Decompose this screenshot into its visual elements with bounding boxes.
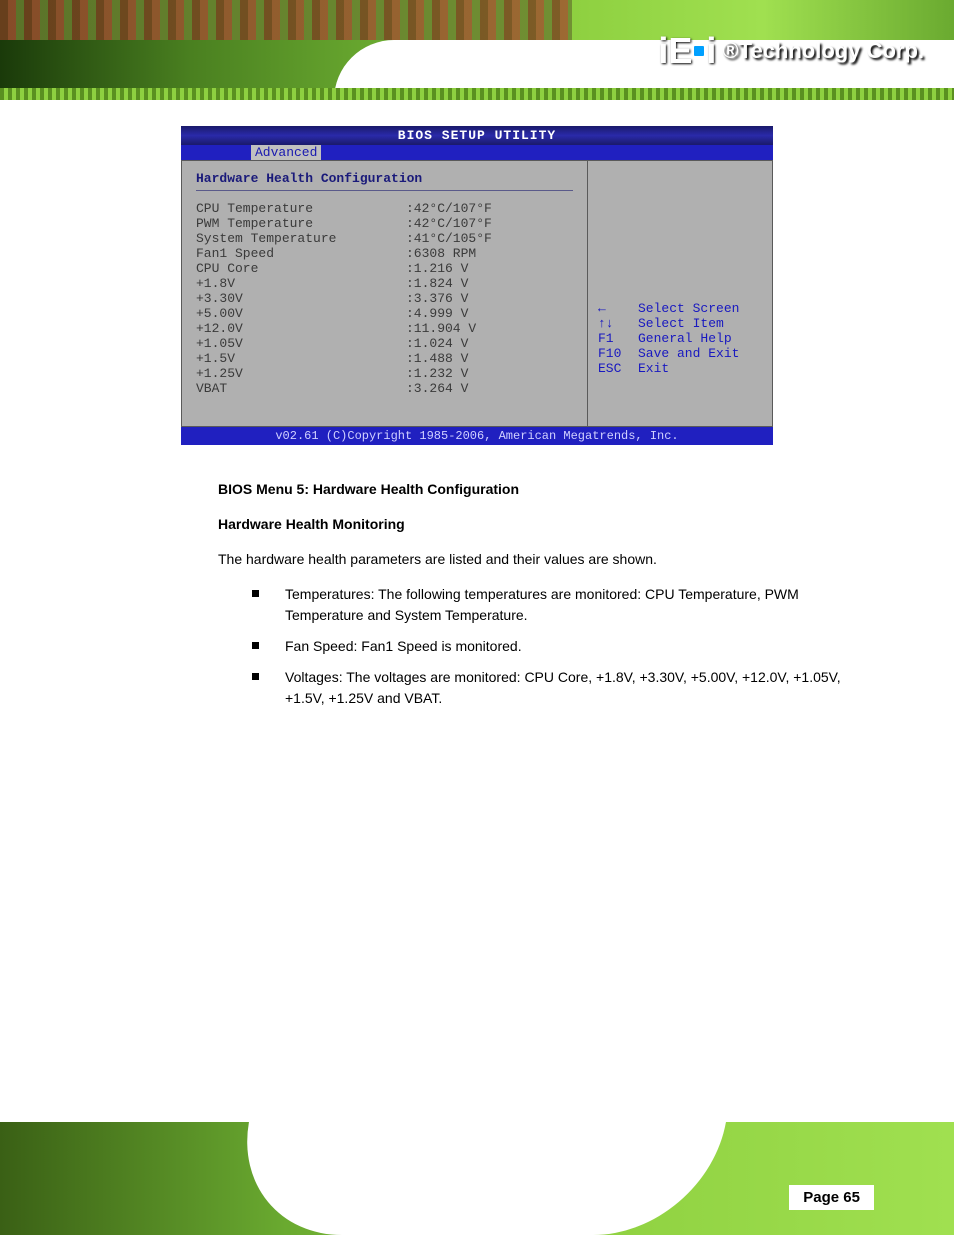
bios-row: CPU Temperature:42°C/107°F bbox=[196, 201, 573, 216]
bios-value: :1.024 V bbox=[406, 336, 468, 351]
bios-row: CPU Core:1.216 V bbox=[196, 261, 573, 276]
bios-label: +3.30V bbox=[196, 291, 406, 306]
bios-value: :4.999 V bbox=[406, 306, 468, 321]
bios-value: :42°C/107°F bbox=[406, 201, 492, 216]
bios-row: +5.00V:4.999 V bbox=[196, 306, 573, 321]
square-bullet-icon bbox=[252, 642, 259, 649]
bios-label: PWM Temperature bbox=[196, 216, 406, 231]
logo-text-i: i bbox=[658, 30, 668, 72]
bios-label: +1.5V bbox=[196, 351, 406, 366]
bios-row: Fan1 Speed:6308 RPM bbox=[196, 246, 573, 261]
bullet-text: Voltages: The voltages are monitored: CP… bbox=[285, 667, 854, 709]
bios-help-key: F10 bbox=[598, 346, 638, 361]
bios-footer-bar: v02.61 (C)Copyright 1985-2006, American … bbox=[181, 427, 773, 445]
bios-label: System Temperature bbox=[196, 231, 406, 246]
bios-value: :1.824 V bbox=[406, 276, 468, 291]
bios-help-row: F1General Help bbox=[598, 331, 739, 346]
bullet-item: Temperatures: The following temperatures… bbox=[252, 584, 854, 626]
bullet-text: Temperatures: The following temperatures… bbox=[285, 584, 854, 626]
bios-help-list: ←Select Screen ↑↓Select Item F1General H… bbox=[598, 301, 739, 376]
bios-label: +1.25V bbox=[196, 366, 406, 381]
page-number: Page 65 bbox=[789, 1185, 874, 1210]
decorative-stripe bbox=[0, 88, 954, 100]
bios-value: :6308 RPM bbox=[406, 246, 476, 261]
bios-label: VBAT bbox=[196, 381, 406, 396]
bios-value: :3.376 V bbox=[406, 291, 468, 306]
bios-help-row: ←Select Screen bbox=[598, 301, 739, 316]
bios-label: CPU Core bbox=[196, 261, 406, 276]
bios-value: :41°C/105°F bbox=[406, 231, 492, 246]
page-footer-band bbox=[0, 1122, 954, 1235]
bios-body: Hardware Health Configuration CPU Temper… bbox=[181, 160, 773, 427]
figure-caption: BIOS Menu 5: Hardware Health Configurati… bbox=[218, 479, 854, 500]
bios-help-action: Save and Exit bbox=[638, 346, 739, 361]
bios-value: :1.232 V bbox=[406, 366, 468, 381]
bios-row: System Temperature:41°C/105°F bbox=[196, 231, 573, 246]
bios-tab-advanced: Advanced bbox=[251, 145, 321, 160]
bios-help-row: ESCExit bbox=[598, 361, 739, 376]
logo-text-i2: i bbox=[706, 30, 716, 72]
bios-help-row: F10Save and Exit bbox=[598, 346, 739, 361]
bios-value: :1.488 V bbox=[406, 351, 468, 366]
bios-help-key: ESC bbox=[598, 361, 638, 376]
bios-label: +1.05V bbox=[196, 336, 406, 351]
bios-row: PWM Temperature:42°C/107°F bbox=[196, 216, 573, 231]
bios-label: +12.0V bbox=[196, 321, 406, 336]
bios-row: +1.8V:1.824 V bbox=[196, 276, 573, 291]
bios-row: VBAT:3.264 V bbox=[196, 381, 573, 396]
bios-help-key: F1 bbox=[598, 331, 638, 346]
bios-value: :11.904 V bbox=[406, 321, 476, 336]
bios-help-key: ↑↓ bbox=[598, 316, 638, 331]
bios-help-action: Exit bbox=[638, 361, 669, 376]
logo-mark: i E i bbox=[658, 30, 716, 72]
bios-right-panel: ←Select Screen ↑↓Select Item F1General H… bbox=[588, 160, 773, 427]
bios-row: +12.0V:11.904 V bbox=[196, 321, 573, 336]
logo-tagline: ®Technology Corp. bbox=[722, 38, 924, 64]
bios-row: +1.5V:1.488 V bbox=[196, 351, 573, 366]
bios-row: +1.05V:1.024 V bbox=[196, 336, 573, 351]
bios-section-heading: Hardware Health Configuration bbox=[196, 171, 573, 191]
page-header-band: i E i ®Technology Corp. bbox=[0, 0, 954, 100]
bios-left-panel: Hardware Health Configuration CPU Temper… bbox=[181, 160, 588, 427]
bios-label: Fan1 Speed bbox=[196, 246, 406, 261]
bios-help-action: Select Item bbox=[638, 316, 724, 331]
logo-dot-icon bbox=[694, 46, 704, 56]
bullet-item: Fan Speed: Fan1 Speed is monitored. bbox=[252, 636, 854, 657]
bios-help-action: General Help bbox=[638, 331, 732, 346]
bios-help-action: Select Screen bbox=[638, 301, 739, 316]
logo-area: i E i ®Technology Corp. bbox=[658, 30, 924, 72]
subheading: Hardware Health Monitoring bbox=[218, 514, 854, 535]
document-body: BIOS Menu 5: Hardware Health Configurati… bbox=[0, 445, 954, 709]
bios-title-bar: BIOS SETUP UTILITY bbox=[181, 126, 773, 145]
bios-value: :1.216 V bbox=[406, 261, 468, 276]
bios-row: +3.30V:3.376 V bbox=[196, 291, 573, 306]
bios-value: :3.264 V bbox=[406, 381, 468, 396]
square-bullet-icon bbox=[252, 590, 259, 597]
bios-help-key: ← bbox=[598, 301, 638, 316]
bios-help-row: ↑↓Select Item bbox=[598, 316, 739, 331]
bios-label: +5.00V bbox=[196, 306, 406, 321]
bios-row: +1.25V:1.232 V bbox=[196, 366, 573, 381]
bullet-item: Voltages: The voltages are monitored: CP… bbox=[252, 667, 854, 709]
bios-label: +1.8V bbox=[196, 276, 406, 291]
paragraph: The hardware health parameters are liste… bbox=[218, 549, 854, 570]
square-bullet-icon bbox=[252, 673, 259, 680]
bios-value: :42°C/107°F bbox=[406, 216, 492, 231]
logo-text-e: E bbox=[668, 30, 692, 72]
bios-tab-bar: Advanced bbox=[181, 145, 773, 160]
bullet-text: Fan Speed: Fan1 Speed is monitored. bbox=[285, 636, 854, 657]
bios-label: CPU Temperature bbox=[196, 201, 406, 216]
bios-screenshot: BIOS SETUP UTILITY Advanced Hardware Hea… bbox=[181, 126, 773, 445]
